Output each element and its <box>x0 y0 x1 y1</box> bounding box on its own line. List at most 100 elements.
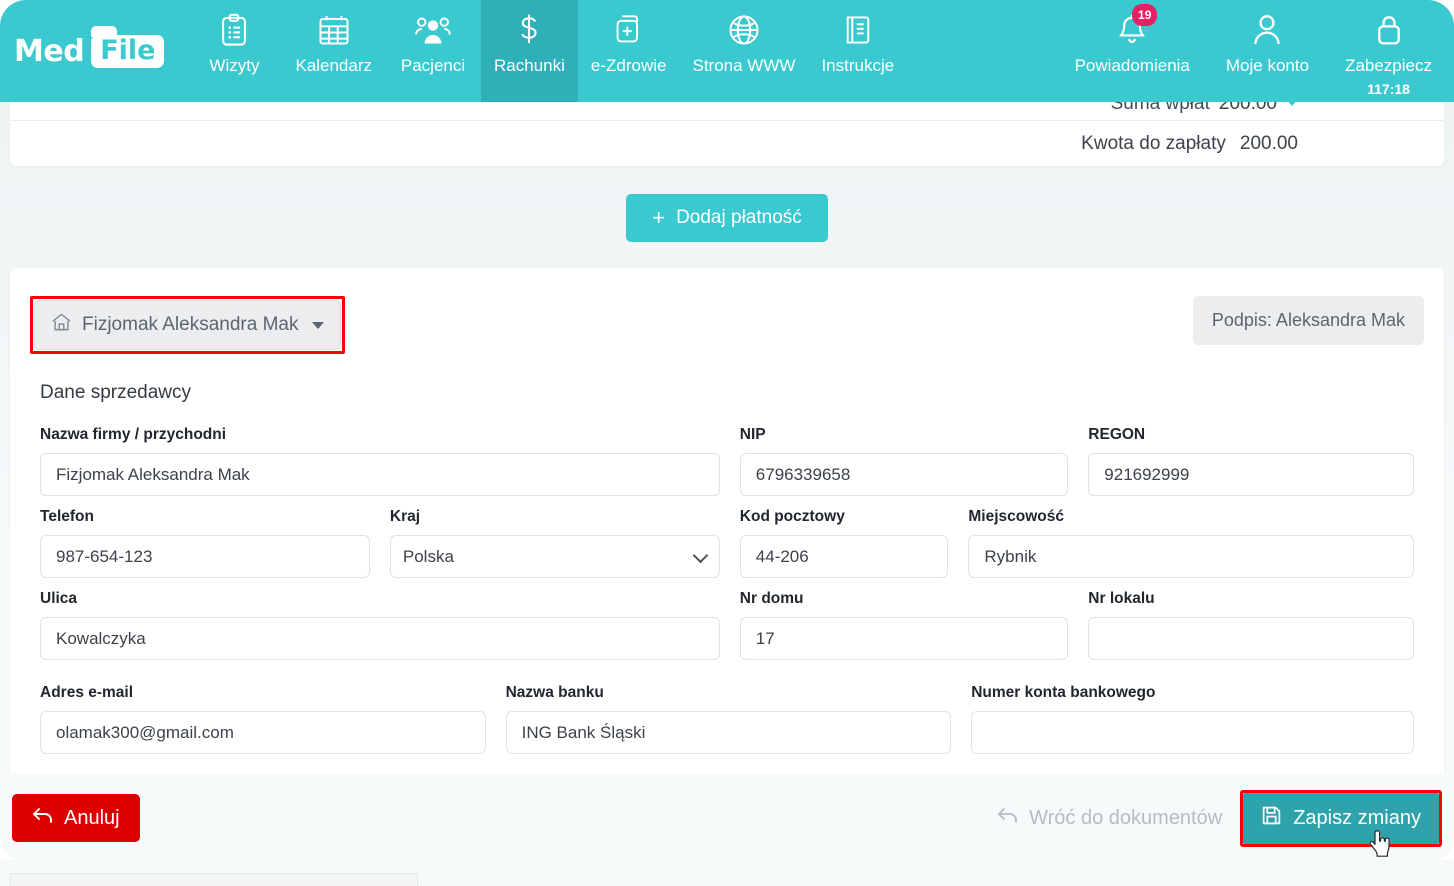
field-label: Ulica <box>40 590 78 607</box>
card-header-row: Fizjomak Aleksandra Mak Podpis: Aleksand… <box>30 296 1424 354</box>
brand-badge: File <box>91 25 165 68</box>
bank-account-input[interactable] <box>971 711 1414 754</box>
company-name-input[interactable] <box>40 453 720 496</box>
nip-input[interactable] <box>739 453 1069 496</box>
field-bank-name: Nazwa banku <box>496 684 962 754</box>
patients-icon <box>415 11 451 49</box>
nav-item-moje-konto[interactable]: Moje konto <box>1208 0 1327 102</box>
nav-label: Powiadomienia <box>1074 56 1190 75</box>
save-changes-button[interactable]: Zapisz zmiany <box>1243 792 1439 844</box>
top-navigation-bar: Med File Wizyty Kalendarz Pacjenci Rachu… <box>0 0 1454 102</box>
nav-item-rachunki[interactable]: Rachunki <box>481 0 578 102</box>
field-street: Ulica <box>30 590 730 660</box>
payments-sum-row: Suma wpłat 200.00 <box>10 102 1444 120</box>
nav-item-instrukcje[interactable]: Instrukcje <box>808 0 907 102</box>
payment-summary-card: Suma wpłat 200.00 Kwota do zapłaty 200.00 <box>10 102 1444 166</box>
save-label: Zapisz zmiany <box>1293 806 1421 829</box>
nav-label: Rachunki <box>494 56 565 75</box>
chevron-down-icon <box>312 321 325 329</box>
house-number-input[interactable] <box>739 617 1069 660</box>
app-root: Med File Wizyty Kalendarz Pacjenci Rachu… <box>0 0 1454 886</box>
plus-icon: + <box>652 205 666 230</box>
field-label: Numer konta bankowego <box>971 684 1156 701</box>
save-disk-icon <box>1261 805 1282 832</box>
payments-sum-value: 200.00 <box>1218 102 1277 114</box>
add-payment-button[interactable]: + Dodaj płatność <box>626 194 828 242</box>
field-label: Nazwa firmy / przychodni <box>40 426 227 443</box>
nav-item-pacjenci[interactable]: Pacjenci <box>385 0 481 102</box>
nav-item-zabezpiecz[interactable]: Zabezpiecz 117:18 <box>1327 0 1450 102</box>
clipboard-icon <box>219 11 249 49</box>
footer-actions-bar: Anuluj Wróć do dokumentów Zapisz zmiany <box>0 774 1454 862</box>
field-label: Kod pocztowy <box>739 508 845 525</box>
brand-text: Med <box>14 33 85 69</box>
amount-due-value: 200.00 <box>1239 132 1298 154</box>
nav-label: Pacjenci <box>400 56 466 75</box>
bell-icon: 19 <box>1116 4 1158 49</box>
nav-right-group: 19 Powiadomienia Moje konto Zabezpiecz 1… <box>1057 0 1454 102</box>
regon-input[interactable] <box>1088 453 1414 496</box>
nav-item-powiadomienia[interactable]: 19 Powiadomienia <box>1057 0 1208 102</box>
phone-input[interactable] <box>40 535 370 578</box>
city-input[interactable] <box>968 535 1414 578</box>
chevron-down-icon[interactable] <box>1286 102 1298 106</box>
amount-due-row: Kwota do zapłaty 200.00 <box>10 120 1444 166</box>
field-label: Adres e-mail <box>40 684 134 701</box>
medfile-logo[interactable]: Med File <box>0 0 186 102</box>
footer-right-group: Wróć do dokumentów Zapisz zmiany <box>993 789 1442 847</box>
payments-sum-label: Suma wpłat <box>1110 102 1210 114</box>
field-regon: REGON <box>1078 426 1424 496</box>
field-flat-no: Nr lokalu <box>1078 590 1424 660</box>
field-label: Miejscowość <box>968 508 1065 525</box>
form-row-2: Telefon Kraj Polska <box>30 508 1424 578</box>
home-icon <box>51 312 72 338</box>
bank-name-input[interactable] <box>505 711 952 754</box>
nav-item-wizyty[interactable]: Wizyty <box>186 0 282 102</box>
cancel-label: Anuluj <box>64 806 120 829</box>
seller-selector-dropdown[interactable]: Fizjomak Aleksandra Mak <box>34 300 342 350</box>
email-input[interactable] <box>40 711 486 754</box>
nav-label: Strona WWW <box>692 56 796 75</box>
user-icon <box>1252 11 1282 49</box>
nav-label: Kalendarz <box>295 56 373 75</box>
nav-item-e-zdrowie[interactable]: e-Zdrowie <box>578 0 680 102</box>
section-title-dane-sprzedawcy: Dane sprzedawcy <box>40 382 192 403</box>
lock-icon <box>1375 11 1403 49</box>
nav-item-kalendarz[interactable]: Kalendarz <box>282 0 385 102</box>
field-house-no: Nr domu <box>730 590 1079 660</box>
add-payment-row: + Dodaj płatność <box>0 166 1454 268</box>
field-label: REGON <box>1088 426 1146 443</box>
back-to-documents-button[interactable]: Wróć do dokumentów <box>993 796 1226 840</box>
nav-label: Instrukcje <box>821 56 895 75</box>
main-content: Suma wpłat 200.00 Kwota do zapłaty 200.00… <box>0 102 1454 862</box>
cancel-button[interactable]: Anuluj <box>12 794 140 842</box>
ehealth-icon <box>614 11 644 49</box>
nav-item-strona-www[interactable]: Strona WWW <box>679 0 808 102</box>
back-arrow-icon <box>997 806 1019 830</box>
field-company-name: Nazwa firmy / przychodni <box>30 426 730 496</box>
field-country: Kraj Polska <box>380 508 730 578</box>
country-select[interactable]: Polska <box>389 535 720 578</box>
form-row-3: Ulica Nr domu Nr lokalu <box>30 590 1424 660</box>
postal-code-input[interactable] <box>739 535 949 578</box>
nav-label: Zabezpiecz <box>1345 56 1432 75</box>
street-input[interactable] <box>40 617 720 660</box>
session-timer: 117:18 <box>1367 81 1410 97</box>
amount-due-label: Kwota do zapłaty <box>1081 132 1226 154</box>
form-row-1: Nazwa firmy / przychodni NIP REGON <box>30 426 1424 496</box>
bottom-status-bar <box>10 873 418 886</box>
back-label: Wróć do dokumentów <box>1029 806 1223 829</box>
page-bottom-area <box>0 860 1454 886</box>
field-city: Miejscowość <box>958 508 1424 578</box>
field-postal-code: Kod pocztowy <box>730 508 959 578</box>
app-frame: Med File Wizyty Kalendarz Pacjenci Rachu… <box>0 0 1454 862</box>
field-label: NIP <box>739 426 766 443</box>
payments-sum-inner: Suma wpłat 200.00 <box>1111 102 1298 115</box>
nav-items: Wizyty Kalendarz Pacjenci Rachunki e-Zdr… <box>186 0 907 102</box>
add-payment-label: Dodaj płatność <box>676 207 802 228</box>
field-label: Nazwa banku <box>505 684 604 701</box>
undo-arrow-icon <box>32 806 54 830</box>
field-label: Kraj <box>389 508 421 525</box>
flat-number-input[interactable] <box>1088 617 1414 660</box>
calendar-icon <box>318 11 350 49</box>
